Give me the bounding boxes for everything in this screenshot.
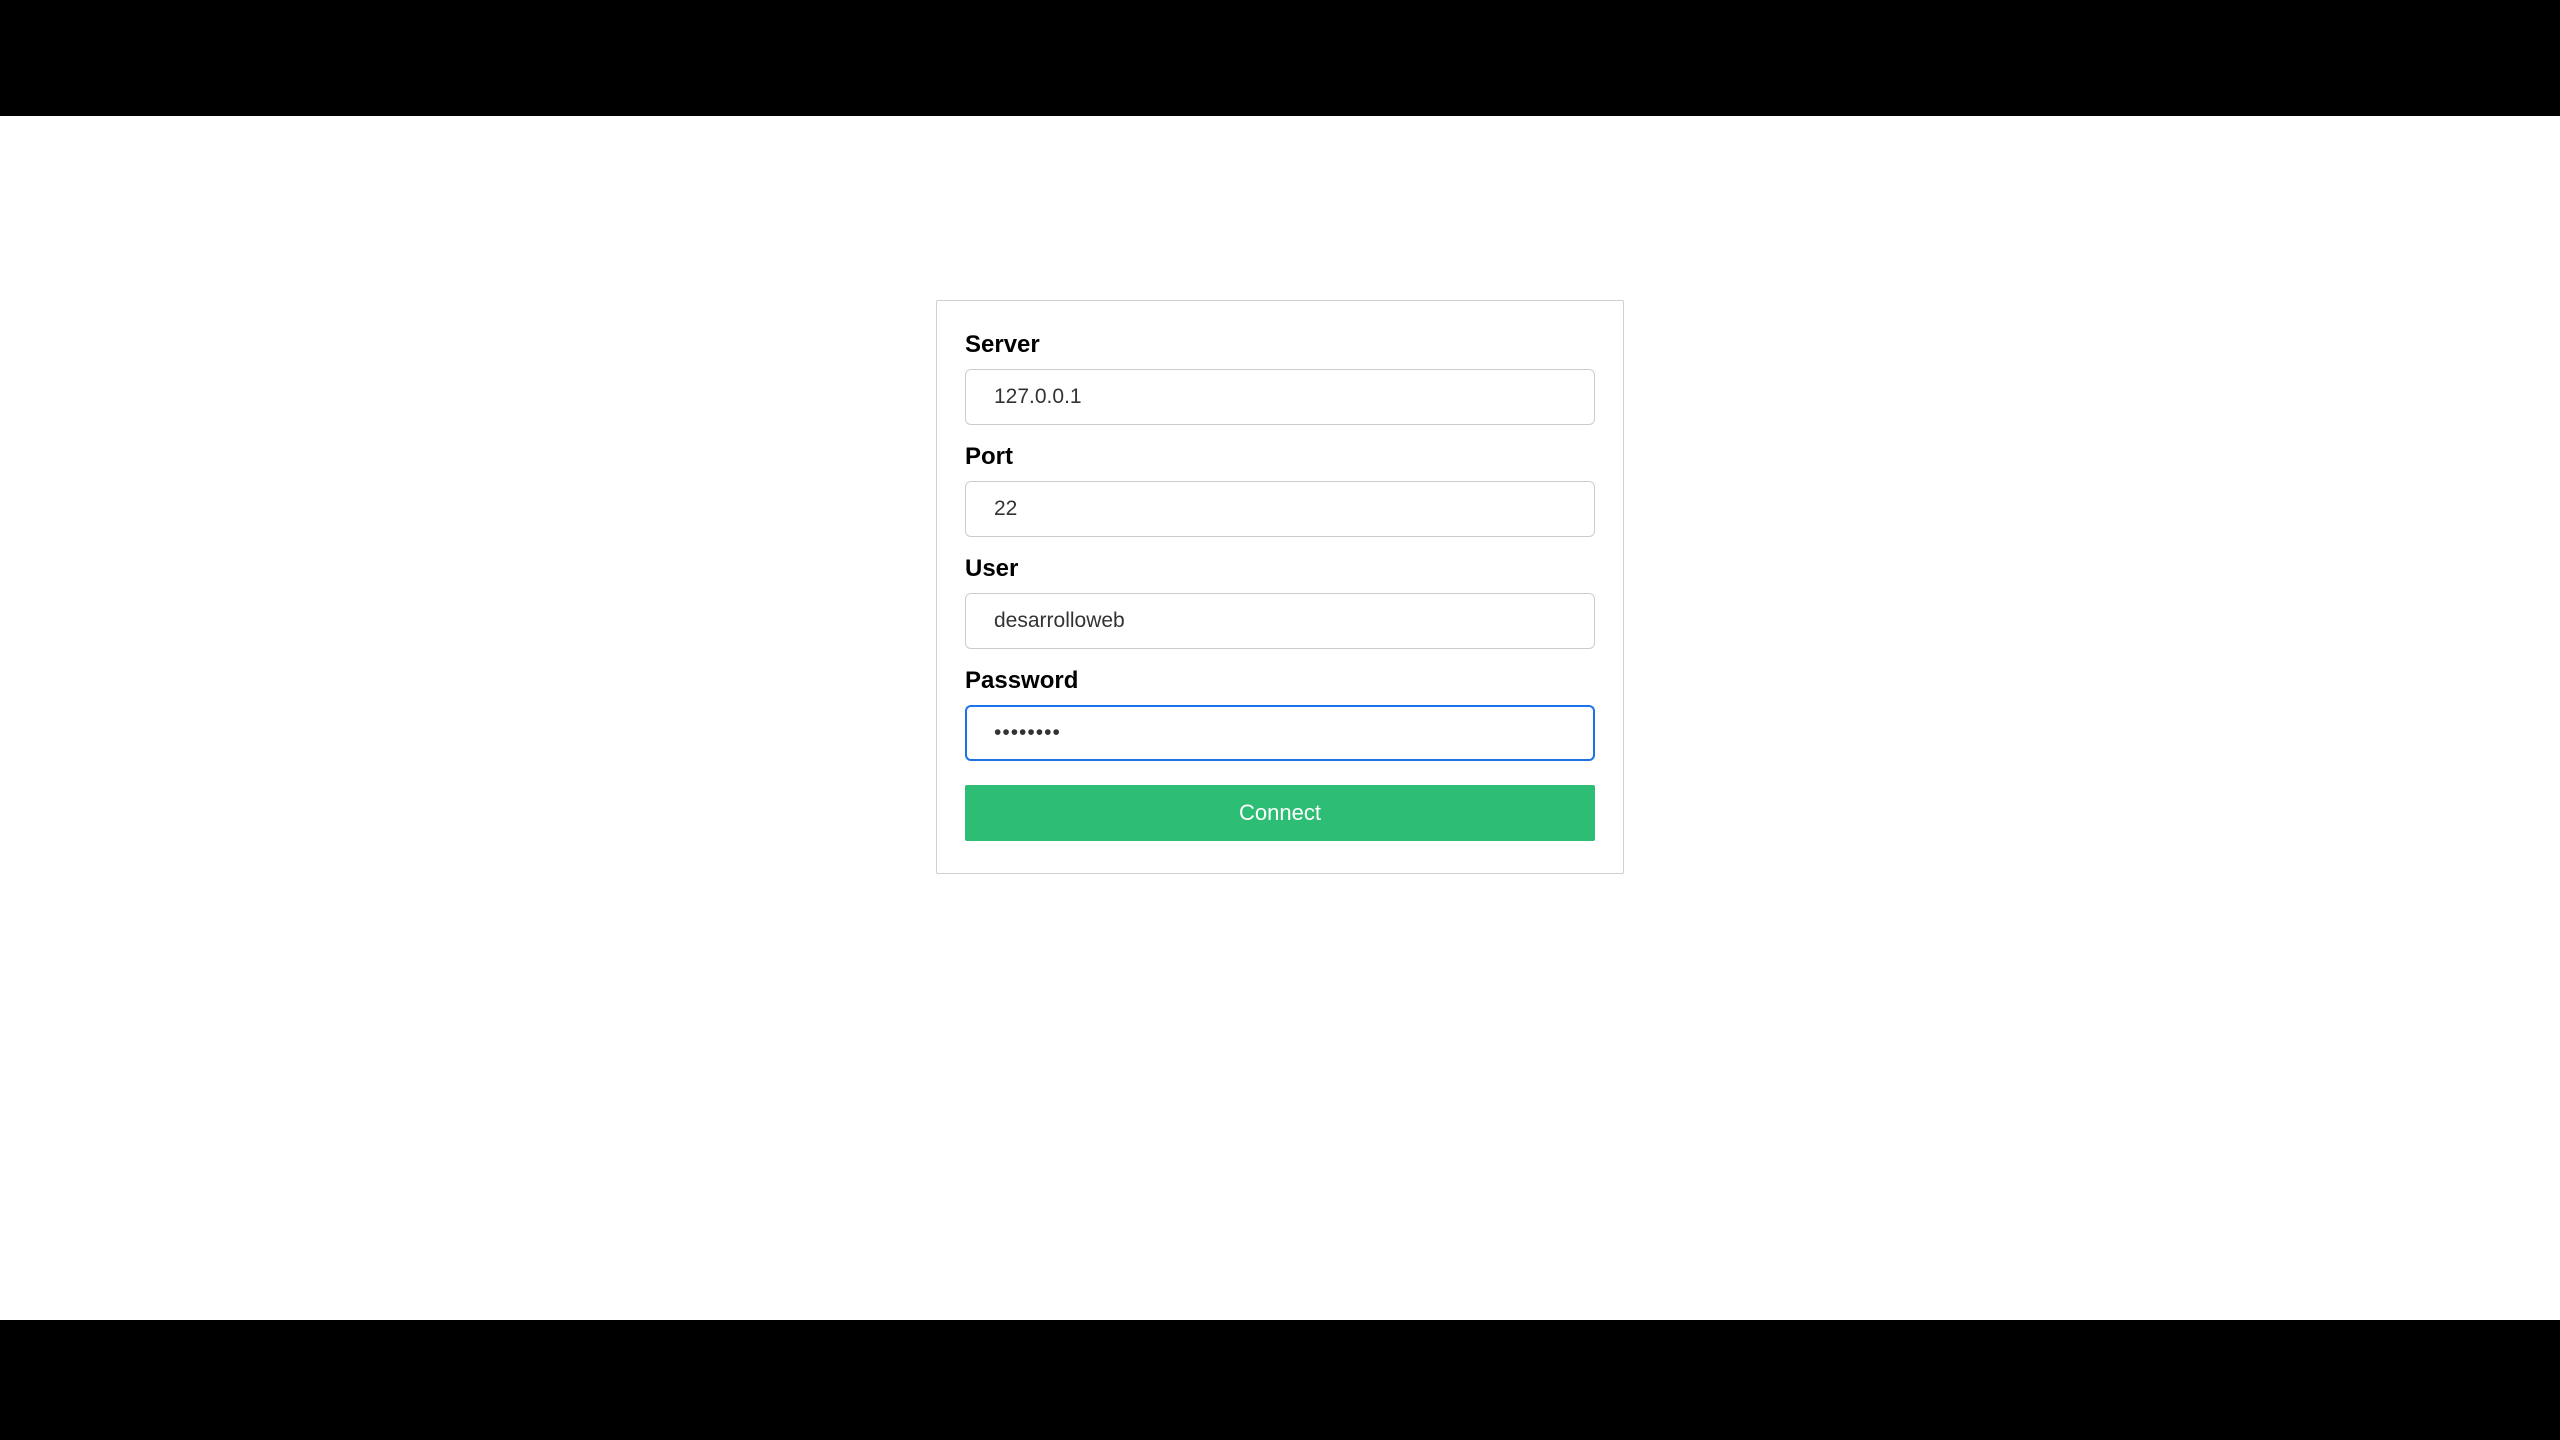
user-label: User [965, 555, 1595, 583]
content-area: Server Port User Password Connect [0, 116, 2560, 1320]
user-field-group: User [965, 555, 1595, 649]
server-input[interactable] [965, 369, 1595, 425]
letterbox-bottom [0, 1320, 2560, 1440]
password-field-group: Password [965, 667, 1595, 761]
connection-form-panel: Server Port User Password Connect [936, 300, 1624, 874]
port-field-group: Port [965, 443, 1595, 537]
server-field-group: Server [965, 331, 1595, 425]
letterbox-top [0, 0, 2560, 116]
server-label: Server [965, 331, 1595, 359]
password-label: Password [965, 667, 1595, 695]
password-input[interactable] [965, 705, 1595, 761]
port-label: Port [965, 443, 1595, 471]
port-input[interactable] [965, 481, 1595, 537]
connect-button[interactable]: Connect [965, 785, 1595, 841]
user-input[interactable] [965, 593, 1595, 649]
